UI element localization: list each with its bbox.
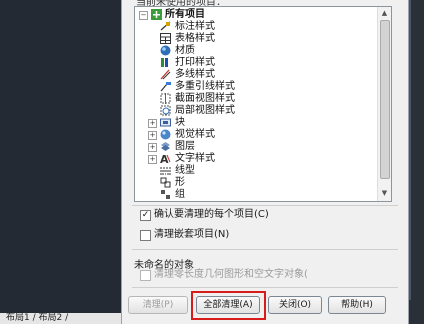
- material-sphere-icon: [160, 45, 171, 56]
- visual-style-icon: [160, 129, 171, 140]
- separator: [132, 205, 398, 206]
- tree-item-label: 形: [175, 177, 185, 188]
- tree-item-table-style[interactable]: 表格样式: [139, 33, 339, 45]
- table-style-icon: [160, 33, 171, 44]
- multiline-style-icon: [160, 69, 171, 80]
- scroll-down-icon[interactable]: ▼: [380, 189, 389, 198]
- tree-root-row[interactable]: − 所有项目: [139, 9, 339, 21]
- tree-item-section-view-style[interactable]: 截面视图样式: [139, 93, 339, 105]
- tree-item-shape[interactable]: 形: [139, 177, 339, 189]
- tree-item-material[interactable]: 材质: [139, 45, 339, 57]
- multileader-style-icon: [160, 81, 171, 92]
- zero-length-checkbox: [140, 270, 151, 281]
- tree-item-layer[interactable]: + 图层: [139, 141, 339, 153]
- tree-scrollbar[interactable]: ▲ ▼: [377, 7, 391, 201]
- tree-item-label: 标注样式: [175, 21, 215, 32]
- tree-item-label: 视觉样式: [175, 129, 215, 140]
- collapse-icon[interactable]: −: [139, 11, 148, 20]
- expand-icon[interactable]: +: [148, 119, 157, 128]
- dimension-style-icon: [160, 21, 171, 32]
- linetype-icon: [160, 165, 171, 176]
- confirm-each-checkbox[interactable]: ✓: [140, 210, 151, 221]
- purge-item-tree[interactable]: − 所有项目 标注样式 表格样式 材质 打印样式 多线样式 多重引线样式 截面视…: [134, 6, 392, 202]
- tree-item-label: 组: [175, 189, 185, 200]
- tree-item-plot-style[interactable]: 打印样式: [139, 57, 339, 69]
- purge-button: 清理(P): [128, 296, 188, 314]
- tree-item-multileader-style[interactable]: 多重引线样式: [139, 81, 339, 93]
- plot-style-icon: [160, 57, 171, 68]
- cad-drawing-area: [0, 0, 122, 324]
- tree-item-label: 多重引线样式: [175, 81, 235, 92]
- tree-root-label: 所有项目: [165, 9, 205, 20]
- group-icon: [160, 189, 171, 200]
- tree-item-label: 块: [175, 117, 185, 128]
- tree-item-group[interactable]: 组: [139, 189, 339, 201]
- tree-item-label: 表格样式: [175, 33, 215, 44]
- tree-item-block[interactable]: + 块: [139, 117, 339, 129]
- tree-item-label: 截面视图样式: [175, 93, 235, 104]
- svg-text:A: A: [160, 153, 169, 164]
- separator: [132, 287, 398, 288]
- tree-item-label: 线型: [175, 165, 195, 176]
- layer-icon: [160, 141, 171, 152]
- scrollbar-thumb[interactable]: [380, 20, 390, 179]
- tree-item-multiline-style[interactable]: 多线样式: [139, 69, 339, 81]
- text-style-icon: A: [160, 153, 171, 166]
- tree-item-visual-style[interactable]: + 视觉样式: [139, 129, 339, 141]
- tree-item-label: 文字样式: [175, 153, 215, 164]
- scroll-up-icon[interactable]: ▲: [380, 9, 389, 18]
- tree-item-label: 局部视图样式: [175, 105, 235, 116]
- section-view-style-icon: [160, 93, 171, 104]
- detail-view-style-icon: [160, 105, 171, 116]
- purge-nested-label: 清理嵌套项目(N): [154, 229, 230, 240]
- purge-all-highlight: [191, 291, 266, 320]
- shape-icon: [160, 177, 171, 188]
- tree-item-text-style[interactable]: + A 文字样式: [139, 153, 339, 166]
- expand-icon[interactable]: +: [148, 143, 157, 152]
- tree-item-label: 打印样式: [175, 57, 215, 68]
- expand-icon[interactable]: +: [148, 131, 157, 140]
- help-button[interactable]: 帮助(H): [328, 296, 386, 314]
- tree-item-dimension-style[interactable]: 标注样式: [139, 21, 339, 33]
- tree-item-label: 材质: [175, 45, 195, 56]
- tree-item-detail-view-style[interactable]: 局部视图样式: [139, 105, 339, 117]
- all-items-icon: [151, 9, 162, 20]
- tree-item-label: 图层: [175, 141, 195, 152]
- purge-dialog: 当前未使用的项目： − 所有项目 标注样式 表格样式 材质 打印样式 多线样式 …: [121, 0, 409, 324]
- block-icon: [160, 117, 171, 128]
- confirm-each-label: 确认要清理的每个项目(C): [154, 209, 269, 220]
- purge-nested-checkbox[interactable]: [140, 230, 151, 241]
- tree-item-linetype[interactable]: 线型: [139, 165, 339, 177]
- expand-icon[interactable]: +: [148, 155, 157, 164]
- close-button[interactable]: 关闭(O): [268, 296, 322, 314]
- tree-item-label: 多线样式: [175, 69, 215, 80]
- zero-length-label: 清理零长度几何图形和空文字对象(: [154, 269, 308, 280]
- separator: [132, 249, 398, 250]
